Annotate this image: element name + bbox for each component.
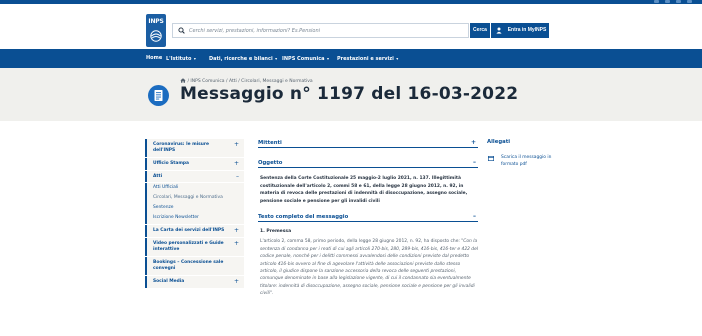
- sidebar-item-label: Social Media: [153, 279, 185, 284]
- collapse-icon[interactable]: –: [473, 213, 476, 221]
- sidebar-item-label: La Carta dei servizi dell'INPS: [153, 228, 225, 233]
- search-icon: [178, 27, 185, 34]
- main-content: Mittenti + Oggetto – Sentenza della Cort…: [258, 139, 478, 298]
- paragraph-quote: "Con la sentenza di condanna per i reati…: [260, 239, 479, 297]
- chevron-down-icon: ▾: [192, 56, 196, 61]
- main-nav: Home L'Istituto ▾ Dati, ricerche e bilan…: [0, 49, 702, 68]
- expand-icon[interactable]: +: [471, 139, 476, 147]
- chevron-down-icon: ▾: [325, 56, 329, 61]
- collapse-icon[interactable]: –: [473, 159, 476, 167]
- nav-item-label: Home: [146, 55, 163, 61]
- sidebar-subitem-atti-ufficiali[interactable]: Atti Ufficiali: [145, 183, 244, 193]
- section-testo-header[interactable]: Testo completo del messaggio –: [258, 213, 478, 223]
- chevron-down-icon: ▾: [273, 56, 278, 61]
- nav-item-prestazioni-servizi[interactable]: Prestazioni e servizi ▾: [337, 49, 398, 68]
- sidebar-item-atti[interactable]: Atti –: [145, 171, 244, 182]
- logo-emblem-icon: [150, 30, 162, 42]
- sidebar-item-bookings[interactable]: Bookings – Concessione sale convegni: [145, 257, 244, 275]
- sidebar-item-label: Atti: [153, 174, 163, 179]
- myinps-login-label: Entra in MyINPS: [507, 27, 547, 33]
- attachments-panel: Allegati Scarica il messaggio in formato…: [487, 139, 557, 168]
- nav-item-inps-comunica[interactable]: INPS Comunica ▾: [282, 49, 329, 68]
- expand-icon[interactable]: +: [234, 279, 239, 285]
- logo-text: INPS: [148, 18, 164, 25]
- expand-icon[interactable]: +: [234, 161, 239, 167]
- sidebar-subitem-sentenze[interactable]: Sentenze: [145, 203, 244, 213]
- nav-item-home[interactable]: Home: [146, 49, 162, 68]
- inps-logo[interactable]: INPS: [146, 14, 166, 47]
- premessa-paragraph: L'articolo 2, comma 58, primo periodo, d…: [258, 238, 478, 297]
- section-title: Testo completo del messaggio: [258, 214, 349, 221]
- sidebar-item-coronavirus[interactable]: Coronavirus: le misure dell'INPS +: [145, 139, 244, 157]
- search-input[interactable]: [189, 25, 464, 37]
- sidebar-item-social-media[interactable]: Social Media +: [145, 276, 244, 288]
- oggetto-text: Sentenza della Corte Costituzionale 25 m…: [260, 176, 468, 204]
- sidebar-subitem-circolari[interactable]: Circolari, Messaggi e Normativa: [145, 193, 244, 203]
- pdf-download-link[interactable]: Scarica il messaggio in formato pdf: [487, 155, 557, 168]
- document-icon: [148, 85, 169, 106]
- document-icon: [488, 156, 494, 161]
- nav-item-istituto[interactable]: L'Istituto ▾: [166, 49, 196, 68]
- collapse-icon[interactable]: –: [236, 174, 239, 180]
- expand-icon[interactable]: +: [234, 228, 239, 234]
- home-icon[interactable]: [180, 78, 186, 83]
- paragraph-intro: L'articolo 2, comma 58, primo periodo, d…: [260, 239, 462, 245]
- page-title: Messaggio n° 1197 del 16-03-2022: [180, 84, 519, 104]
- myinps-login-button[interactable]: Entra in MyINPS: [491, 23, 549, 38]
- expand-icon[interactable]: +: [234, 142, 239, 148]
- sidebar-item-label: Bookings – Concessione sale convegni: [153, 260, 224, 271]
- sidebar-item-video-guide[interactable]: Video personalizzati e Guide interattive…: [145, 238, 244, 256]
- nav-item-label: L'Istituto: [166, 56, 192, 62]
- sidebar-item-ufficio-stampa[interactable]: Ufficio Stampa +: [145, 158, 244, 170]
- chevron-down-icon: ▾: [394, 56, 399, 61]
- user-icon: [496, 27, 502, 34]
- expand-icon[interactable]: +: [234, 241, 239, 247]
- sidebar-item-label: Ufficio Stampa: [153, 161, 190, 166]
- section-mittenti-header[interactable]: Mittenti +: [258, 139, 478, 148]
- sidebar-item-label: Coronavirus: le misure dell'INPS: [153, 142, 210, 153]
- premessa-heading: 1. Premessa: [260, 229, 292, 235]
- section-title: Mittenti: [258, 140, 282, 146]
- nav-item-label: INPS Comunica: [282, 56, 325, 62]
- sidebar-item-carta-servizi[interactable]: La Carta dei servizi dell'INPS +: [145, 225, 244, 237]
- page-hero: / INPS Comunica / Atti / Circolari, Mess…: [0, 68, 702, 121]
- nav-item-label: Prestazioni e servizi: [337, 56, 394, 62]
- section-title: Oggetto: [258, 160, 283, 166]
- section-oggetto-header[interactable]: Oggetto –: [258, 159, 478, 168]
- pdf-download-label: Scarica il messaggio in formato pdf: [501, 155, 552, 167]
- nav-item-dati-ricerche-bilanci[interactable]: Dati, ricerche e bilanci ▾: [209, 49, 277, 68]
- search-button[interactable]: Cerca: [470, 23, 490, 38]
- nav-item-label: Dati, ricerche e bilanci: [209, 56, 273, 62]
- sidebar: Coronavirus: le misure dell'INPS + Uffic…: [145, 139, 244, 289]
- sidebar-subitem-newsletter[interactable]: Iscrizione Newsletter: [145, 213, 244, 224]
- site-search: [172, 23, 469, 38]
- utility-links: [654, 0, 692, 3]
- site-header: INPS Cerca Entra in MyINPS: [0, 4, 702, 49]
- attachments-title: Allegati: [487, 139, 511, 145]
- sidebar-item-label: Video personalizzati e Guide interattive: [153, 241, 224, 252]
